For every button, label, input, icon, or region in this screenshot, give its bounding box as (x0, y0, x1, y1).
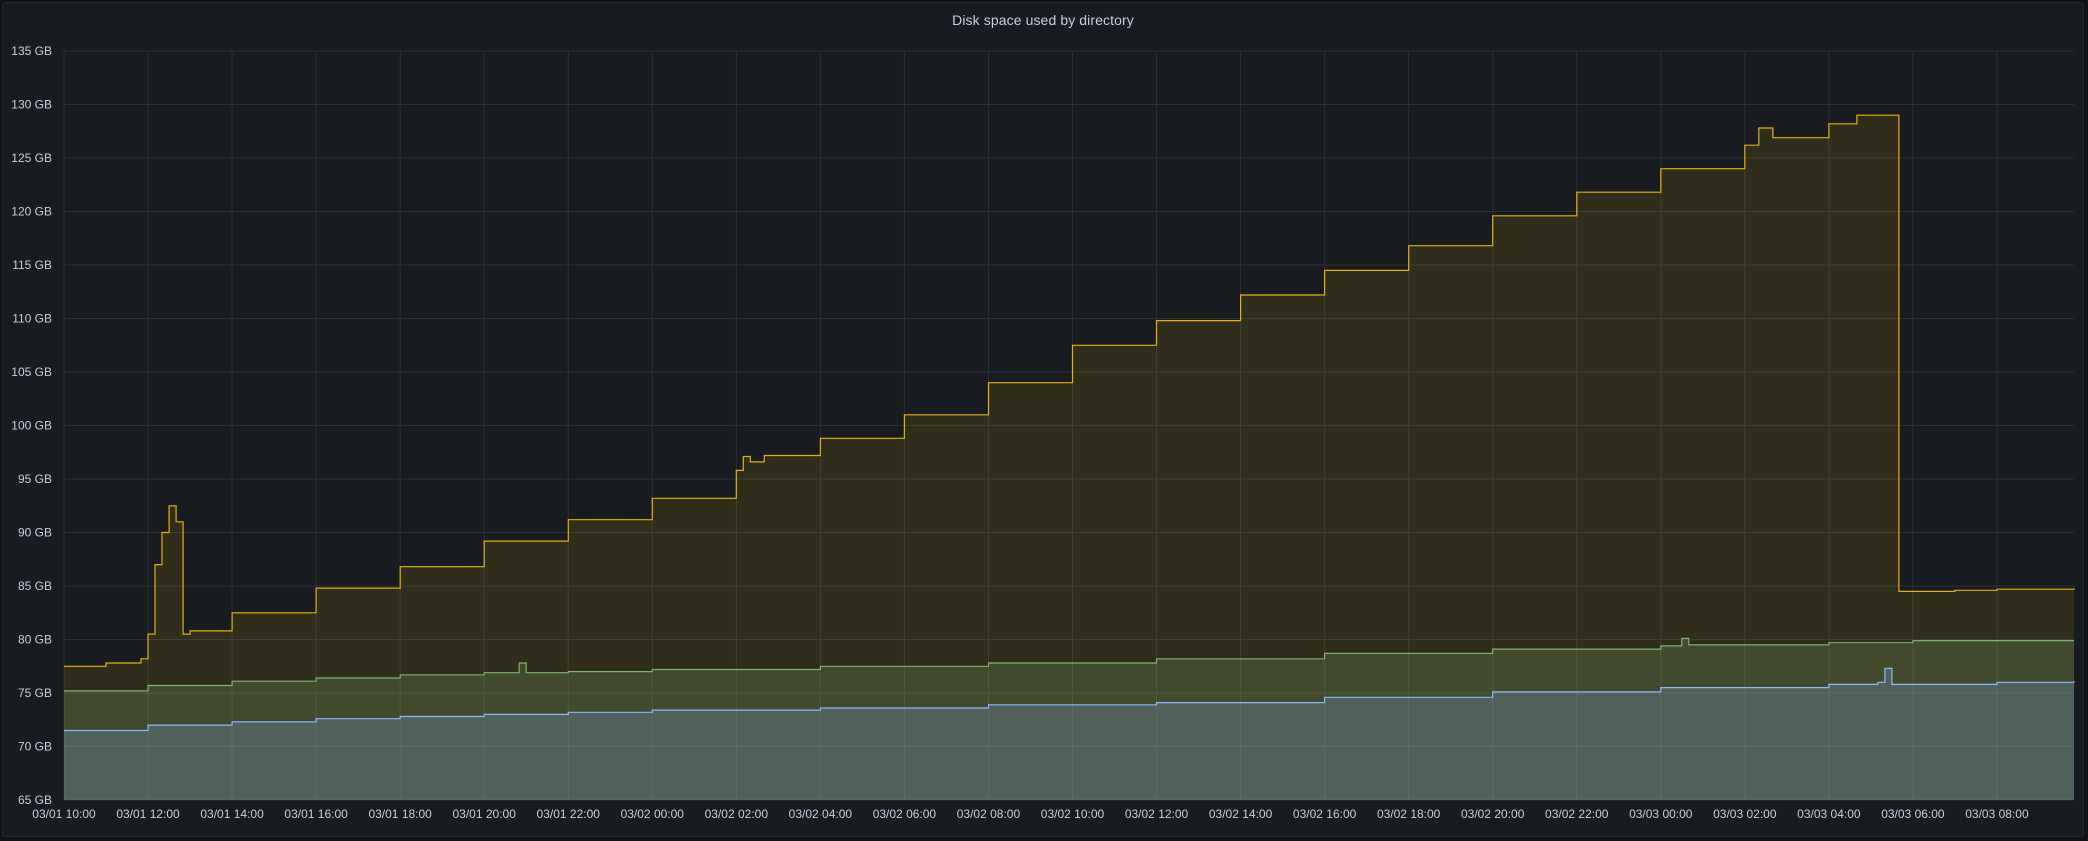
x-tick-label: 03/01 12:00 (116, 807, 180, 821)
y-tick-label: 125 GB (11, 151, 52, 165)
x-tick-label: 03/02 10:00 (1041, 807, 1105, 821)
x-tick-label: 03/02 20:00 (1461, 807, 1525, 821)
y-tick-label: 70 GB (18, 740, 52, 754)
y-tick-label: 90 GB (18, 526, 52, 540)
x-tick-label: 03/01 20:00 (453, 807, 517, 821)
x-tick-label: 03/02 14:00 (1209, 807, 1273, 821)
y-tick-label: 110 GB (12, 312, 52, 326)
x-tick-label: 03/02 02:00 (705, 807, 769, 821)
x-tick-label: 03/02 16:00 (1293, 807, 1357, 821)
x-tick-label: 03/01 18:00 (368, 807, 432, 821)
y-tick-label: 120 GB (11, 205, 52, 219)
x-tick-label: 03/01 22:00 (537, 807, 601, 821)
x-tick-label: 03/02 08:00 (957, 807, 1021, 821)
series-layer (64, 114, 2075, 800)
x-tick-label: 03/03 08:00 (1965, 807, 2029, 821)
x-tick-label: 03/02 12:00 (1125, 807, 1189, 821)
y-tick-label: 100 GB (11, 419, 52, 433)
y-tick-label: 130 GB (11, 98, 52, 112)
y-tick-label: 115 GB (12, 258, 52, 272)
x-tick-label: 03/03 04:00 (1797, 807, 1861, 821)
y-tick-label: 65 GB (18, 793, 52, 807)
disk-space-chart[interactable]: 65 GB 70 GB 75 GB 80 GB 85 GB 90 GB 95 GB 100 G… (0, 0, 2088, 841)
x-tick-label: 03/03 00:00 (1629, 807, 1693, 821)
x-tick-label: 03/02 18:00 (1377, 807, 1441, 821)
x-tick-label: 03/02 00:00 (621, 807, 685, 821)
x-tick-label: 03/02 22:00 (1545, 807, 1609, 821)
y-tick-label: 95 GB (18, 472, 52, 486)
y-tick-label: 135 GB (11, 44, 52, 58)
x-tick-label: 03/01 14:00 (200, 807, 264, 821)
x-tick-label: 03/03 02:00 (1713, 807, 1777, 821)
x-tick-label: 03/01 16:00 (284, 807, 348, 821)
x-tick-label: 03/02 06:00 (873, 807, 937, 821)
y-tick-label: 85 GB (18, 579, 52, 593)
y-tick-label: 105 GB (11, 365, 52, 379)
x-tick-label: 03/02 04:00 (789, 807, 853, 821)
y-tick-label: 80 GB (18, 633, 52, 647)
y-tick-label: 75 GB (18, 686, 52, 700)
x-tick-label: 03/01 10:00 (32, 807, 96, 821)
x-tick-label: 03/03 06:00 (1881, 807, 1945, 821)
